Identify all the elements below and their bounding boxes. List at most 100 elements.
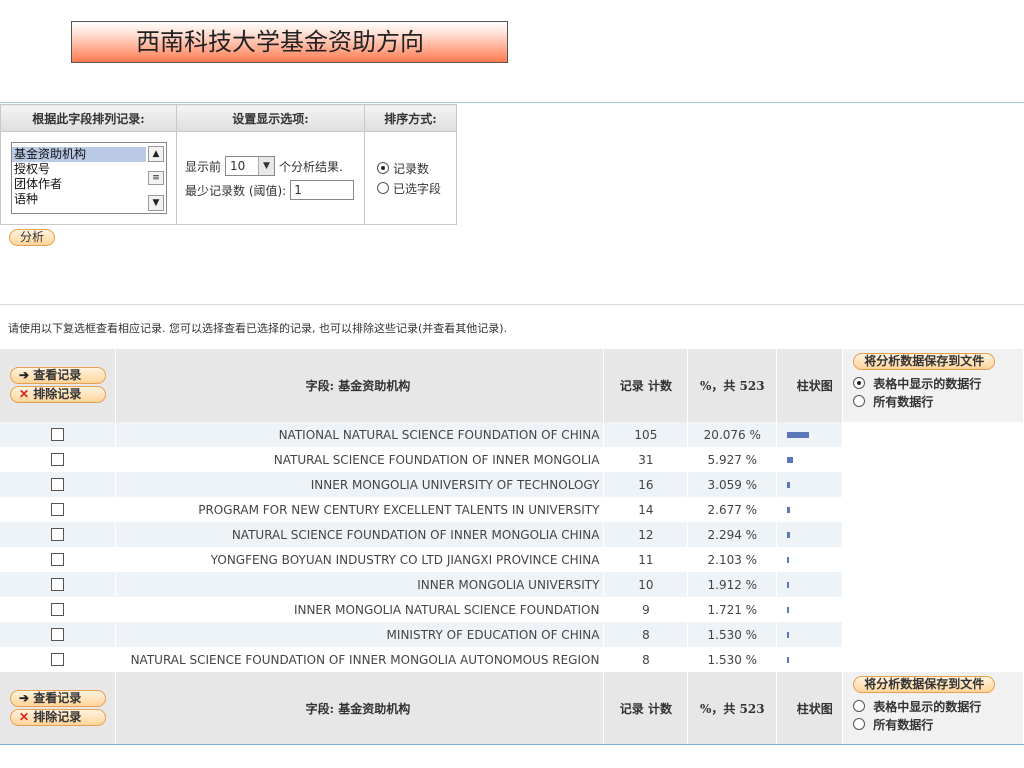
save-table-rows-option[interactable]: 表格中显示的数据行 [853, 697, 1023, 715]
sort-by-field-option[interactable]: 已选字段 [377, 178, 456, 198]
bar-cell [776, 522, 844, 547]
radio-icon[interactable] [853, 718, 866, 730]
funding-agency-name: NATURAL SCIENCE FOUNDATION OF INNER MONG… [115, 522, 605, 547]
display-options-header: 设置显示选项: [176, 104, 365, 132]
row-checkbox[interactable] [51, 503, 65, 516]
bar-cell [776, 472, 844, 497]
table-row: NATURAL SCIENCE FOUNDATION OF INNER MONG… [0, 647, 1024, 672]
bar-cell [776, 422, 844, 447]
radio-selected-icon[interactable] [853, 377, 866, 389]
row-checkbox[interactable] [51, 578, 65, 591]
record-count: 11 [603, 547, 689, 572]
save-all-rows-option[interactable]: 所有数据行 [853, 715, 1023, 733]
histogram-bar [787, 531, 791, 538]
field-listbox[interactable]: 基金资助机构 授权号 团体作者 语种 ▲ ≡ ▼ [11, 142, 167, 214]
empty-cell [842, 422, 1024, 447]
row-checkbox-cell [0, 572, 117, 597]
field-column-header: 字段: 基金资助机构 [115, 672, 605, 745]
scroll-up-icon[interactable]: ▲ [148, 146, 164, 162]
field-option[interactable]: 基金资助机构 [12, 147, 146, 162]
empty-cell [842, 447, 1024, 472]
row-checkbox[interactable] [51, 603, 65, 616]
histogram-bar [787, 656, 790, 663]
row-checkbox[interactable] [51, 478, 65, 491]
view-records-label: 查看记录 [33, 367, 82, 382]
divider [0, 304, 1024, 305]
scroll-down-icon[interactable]: ▼ [148, 195, 164, 211]
row-checkbox-cell [0, 422, 117, 447]
record-percent: 2.103 % [687, 547, 778, 572]
row-checkbox-cell [0, 597, 117, 622]
threshold-label: 最少记录数 (阈值): [185, 183, 287, 198]
bar-cell [776, 547, 844, 572]
empty-cell [842, 622, 1024, 647]
bar-cell [776, 647, 844, 672]
analyze-button[interactable]: 分析 [9, 229, 56, 246]
scroll-thumb-icon[interactable]: ≡ [148, 171, 164, 185]
radio-selected-icon[interactable] [853, 700, 866, 712]
record-percent: 1.530 % [687, 647, 778, 672]
row-checkbox[interactable] [51, 628, 65, 641]
result-count-select[interactable]: 10 ▼ [225, 156, 276, 176]
save-to-file-button[interactable]: 将分析数据保存到文件 [853, 676, 996, 693]
bar-cell [776, 497, 844, 522]
record-percent: 2.294 % [687, 522, 778, 547]
exclude-records-button[interactable]: ✕ 排除记录 [10, 385, 106, 403]
save-table-rows-option[interactable]: 表格中显示的数据行 [853, 374, 1023, 392]
field-option[interactable]: 团体作者 [12, 177, 146, 192]
radio-icon[interactable] [853, 395, 866, 407]
field-option[interactable]: 语种 [12, 192, 146, 207]
table-row: NATURAL SCIENCE FOUNDATION OF INNER MONG… [0, 447, 1024, 472]
count-column-header: 记录 计数 [603, 349, 689, 422]
histogram-bar [787, 631, 790, 638]
row-checkbox[interactable] [51, 553, 65, 566]
row-checkbox[interactable] [51, 428, 65, 441]
row-checkbox[interactable] [51, 453, 65, 466]
row-checkbox[interactable] [51, 528, 65, 541]
save-all-rows-option[interactable]: 所有数据行 [853, 392, 1023, 410]
table-row: INNER MONGOLIA NATURAL SCIENCE FOUNDATIO… [0, 597, 1024, 622]
arrow-right-icon: ➔ [19, 690, 30, 705]
table-row: NATIONAL NATURAL SCIENCE FOUNDATION OF C… [0, 422, 1024, 447]
record-percent: 5.927 % [687, 447, 778, 472]
sort-field-header: 根据此字段排列记录: [0, 104, 177, 132]
funding-agency-name: INNER MONGOLIA UNIVERSITY OF TECHNOLOGY [115, 472, 605, 497]
funding-agency-name: NATURAL SCIENCE FOUNDATION OF INNER MONG… [115, 447, 605, 472]
divider [0, 744, 1024, 745]
record-count: 14 [603, 497, 689, 522]
bar-cell [776, 447, 844, 472]
bar-column-label: 柱状图 [796, 379, 833, 393]
sort-by-count-option[interactable]: 记录数 [377, 158, 456, 178]
funding-agency-name: NATIONAL NATURAL SCIENCE FOUNDATION OF C… [115, 422, 605, 447]
table-header-row: ➔ 查看记录 ✕ 排除记录 字段: 基金资助机构 记录 计数 %，共 523 柱… [0, 349, 1024, 422]
chevron-down-icon: ▼ [258, 157, 275, 175]
funding-agency-name: YONGFENG BOYUAN INDUSTRY CO LTD JIANGXI … [115, 547, 605, 572]
empty-cell [842, 472, 1024, 497]
row-checkbox[interactable] [51, 653, 65, 666]
view-records-button[interactable]: ➔ 查看记录 [10, 689, 106, 707]
instructions-text: 请使用以下复选框查看相应记录. 您可以选择查看已选择的记录, 也可以排除这些记录… [8, 322, 508, 335]
view-records-button[interactable]: ➔ 查看记录 [10, 366, 106, 384]
radio-selected-icon[interactable] [377, 162, 389, 174]
record-count: 105 [603, 422, 689, 447]
exclude-records-button[interactable]: ✕ 排除记录 [10, 708, 106, 726]
sort-by-field-label: 已选字段 [393, 181, 442, 196]
show-top-label: 显示前 [185, 159, 222, 174]
show-top-suffix: 个分析结果. [279, 159, 343, 174]
radio-icon[interactable] [377, 182, 389, 194]
field-option[interactable]: 授权号 [12, 162, 146, 177]
threshold-input[interactable]: 1 [290, 180, 355, 200]
empty-cell [842, 522, 1024, 547]
display-options-cell: 显示前 10 ▼ 个分析结果. 最少记录数 (阈值): 1 [176, 131, 365, 225]
empty-cell [842, 597, 1024, 622]
table-row: NATURAL SCIENCE FOUNDATION OF INNER MONG… [0, 522, 1024, 547]
record-count: 10 [603, 572, 689, 597]
sort-order-header: 排序方式: [364, 104, 457, 132]
save-options-cell: 将分析数据保存到文件 表格中显示的数据行 所有数据行 [842, 349, 1024, 422]
save-to-file-button[interactable]: 将分析数据保存到文件 [853, 353, 996, 370]
page-title: 西南科技大学基金资助方向 [71, 21, 508, 63]
histogram-bar [787, 481, 791, 488]
table-row: MINISTRY OF EDUCATION OF CHINA 8 1.530 % [0, 622, 1024, 647]
save-table-rows-label: 表格中显示的数据行 [873, 699, 982, 714]
record-actions-cell: ➔ 查看记录 ✕ 排除记录 [0, 349, 117, 422]
